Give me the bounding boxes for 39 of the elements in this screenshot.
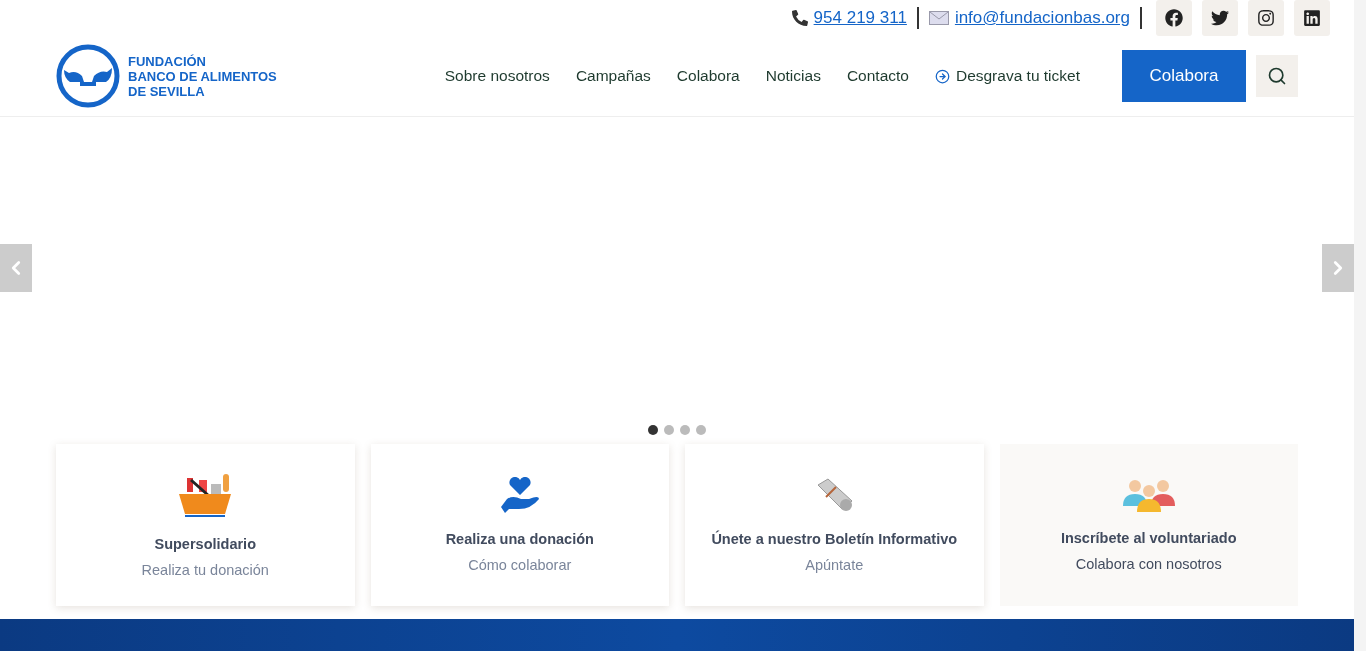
action-card[interactable]: Inscríbete al voluntariado Colabora con nosotros — [999, 444, 1298, 606]
action-card[interactable]: Supersolidario Realiza tu donación — [56, 444, 355, 606]
card-title: Inscríbete al voluntariado — [1060, 530, 1237, 546]
slide-dot[interactable] — [696, 425, 706, 435]
action-card[interactable]: Únete a nuestro Boletín Informativo Apúntate — [685, 444, 984, 606]
facebook-icon[interactable] — [1156, 0, 1192, 36]
card-title: Realiza una donación — [445, 531, 594, 547]
slide-dot[interactable] — [648, 425, 658, 435]
card-subtitle: Apúntate — [805, 557, 864, 573]
logo-icon — [56, 44, 120, 108]
instagram-icon[interactable] — [1248, 0, 1284, 36]
colabora-button[interactable]: Colabora — [1122, 50, 1246, 102]
slide-dot[interactable] — [664, 425, 674, 435]
search-button[interactable] — [1256, 55, 1298, 97]
card-subtitle: Realiza tu donación — [141, 562, 269, 578]
card-subtitle: Colabora con nosotros — [1075, 556, 1222, 572]
nav-link[interactable]: Desgrava tu ticket — [934, 67, 1080, 85]
phone-icon — [791, 10, 808, 26]
nav-link[interactable]: Contacto — [846, 67, 909, 85]
nav-link[interactable]: Sobre nosotros — [444, 67, 550, 85]
food-basket-icon — [177, 472, 234, 518]
people-group-icon — [1120, 478, 1177, 512]
envelope-icon — [928, 11, 949, 25]
hand-heart-icon — [498, 477, 541, 513]
card-title: Únete a nuestro Boletín Informativo — [711, 531, 958, 547]
twitter-icon[interactable] — [1202, 0, 1238, 36]
action-card[interactable]: Realiza una donación Cómo colaborar — [370, 444, 669, 606]
search-icon — [1267, 66, 1287, 86]
email-link[interactable]: info@fundacionbas.org — [954, 8, 1130, 28]
logo-text: FUNDACIÓN BANCO DE ALIMENTOS DE SEVILLA — [128, 53, 277, 99]
card-subtitle: Cómo colaborar — [468, 557, 572, 573]
card-title: Supersolidario — [154, 536, 256, 552]
linkedin-icon[interactable] — [1294, 0, 1330, 36]
phone-link[interactable]: 954 219 311 — [813, 8, 907, 28]
nav-link[interactable]: Campañas — [575, 67, 651, 85]
nav-link[interactable]: Noticias — [765, 67, 821, 85]
arrow-circle-icon — [934, 68, 950, 84]
slide-dot[interactable] — [680, 425, 690, 435]
nav-link[interactable]: Colabora — [676, 67, 740, 85]
